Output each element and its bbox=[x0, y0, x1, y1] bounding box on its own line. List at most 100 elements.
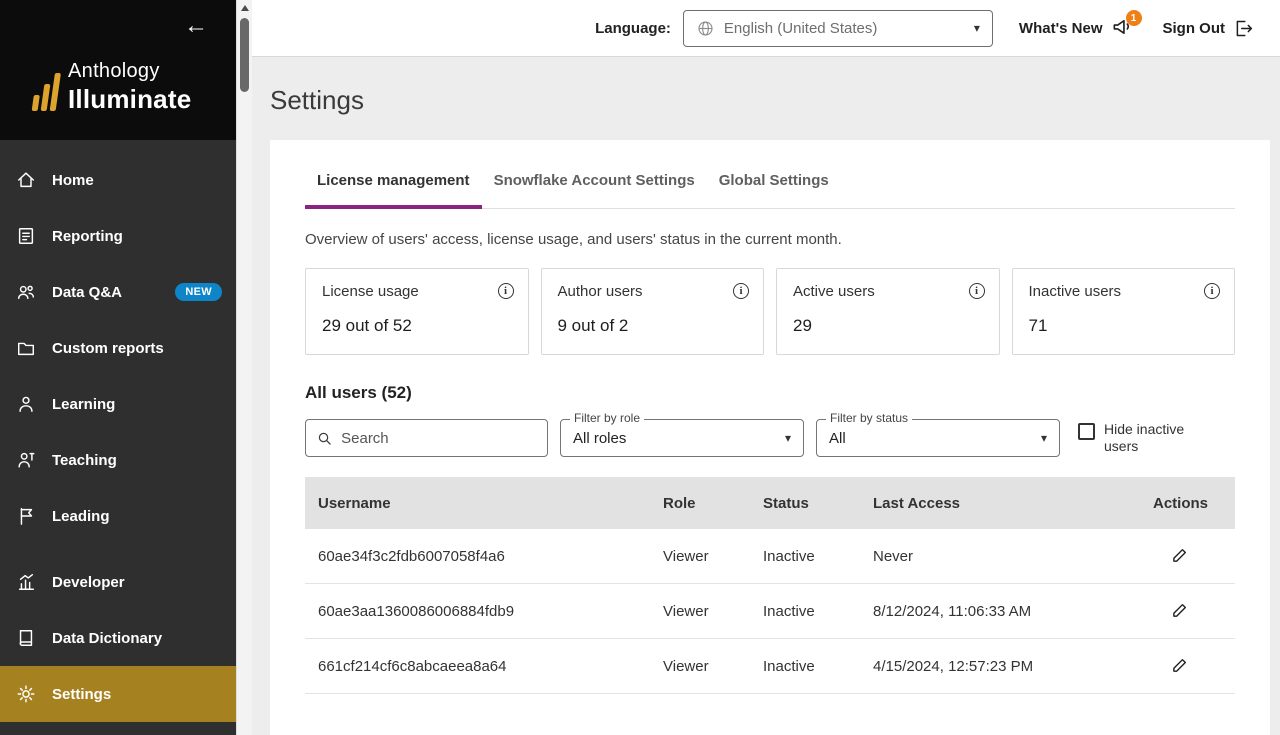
edit-user-button[interactable] bbox=[1169, 599, 1191, 624]
gear-icon bbox=[17, 685, 35, 703]
language-group: Language: English (United States) ▾ bbox=[595, 9, 993, 47]
whats-new-label: What's New bbox=[1018, 19, 1103, 37]
sidebar-item-learning[interactable]: Learning bbox=[0, 376, 236, 432]
stat-label: Active users bbox=[793, 283, 875, 300]
sidebar-nav: Home Reporting Data Q&A NEW Custom repor… bbox=[0, 140, 236, 735]
page-title: Settings bbox=[270, 85, 364, 115]
cell-last-access: 8/12/2024, 11:06:33 AM bbox=[873, 602, 1032, 620]
reporting-icon bbox=[18, 228, 34, 244]
stat-label: Inactive users bbox=[1028, 283, 1122, 300]
filter-by-role-value: All roles bbox=[573, 429, 627, 447]
sidebar-item-data-qa[interactable]: Data Q&A NEW bbox=[0, 264, 236, 320]
pencil-icon bbox=[1173, 548, 1187, 562]
info-icon[interactable]: i bbox=[733, 283, 749, 299]
stat-cards: License usage i 29 out of 52 Author user… bbox=[305, 268, 1235, 355]
filter-by-role-select[interactable]: Filter by role All roles ▾ bbox=[560, 411, 804, 457]
sidebar-item-leading[interactable]: Leading bbox=[0, 488, 236, 544]
sign-out-button[interactable]: Sign Out bbox=[1163, 18, 1255, 39]
column-header-actions: Actions bbox=[1153, 494, 1209, 512]
table-row: 60ae34f3c2fdb6007058f4a6 Viewer Inactive… bbox=[305, 529, 1235, 584]
anthology-logo-icon bbox=[31, 73, 61, 115]
hide-inactive-users-checkbox[interactable] bbox=[1078, 422, 1095, 440]
users-table: Username Role Status Last Access Actions… bbox=[305, 477, 1235, 694]
app-window: ← Anthology Illuminate Home Reporting Da… bbox=[0, 0, 1280, 735]
cell-status: Inactive bbox=[763, 657, 815, 675]
collapse-sidebar-icon[interactable]: ← bbox=[184, 14, 208, 38]
stat-value: 9 out of 2 bbox=[557, 316, 629, 335]
search-icon bbox=[318, 432, 331, 445]
filter-by-status-value: All bbox=[829, 429, 846, 447]
tab-snowflake-account-settings[interactable]: Snowflake Account Settings bbox=[482, 172, 707, 209]
page-content: Settings License management Snowflake Ac… bbox=[252, 57, 1280, 735]
sidebar: ← Anthology Illuminate Home Reporting Da… bbox=[0, 0, 236, 735]
table-header-row: Username Role Status Last Access Actions bbox=[305, 477, 1235, 529]
sign-out-icon bbox=[1236, 20, 1253, 36]
all-users-heading: All users (52) bbox=[305, 383, 412, 402]
sidebar-item-developer[interactable]: Developer bbox=[0, 554, 236, 610]
cell-status: Inactive bbox=[763, 602, 815, 620]
language-select[interactable]: English (United States) ▾ bbox=[682, 9, 993, 47]
data-qa-icon bbox=[18, 285, 34, 300]
book-icon bbox=[19, 630, 33, 646]
scrollbar-thumb[interactable] bbox=[240, 18, 249, 92]
info-icon[interactable]: i bbox=[497, 283, 514, 299]
column-header-username: Username bbox=[318, 494, 391, 512]
sidebar-item-home[interactable]: Home bbox=[0, 152, 236, 208]
tab-license-management[interactable]: License management bbox=[305, 172, 482, 209]
stat-active-users: Active users i 29 bbox=[776, 268, 1000, 355]
chevron-down-icon: ▾ bbox=[973, 21, 980, 35]
brand-line1: Anthology bbox=[68, 60, 160, 82]
search-box bbox=[305, 419, 548, 457]
cell-role: Viewer bbox=[663, 602, 709, 620]
sidebar-brand-area: ← Anthology Illuminate bbox=[0, 0, 236, 140]
cell-last-access: 4/15/2024, 12:57:23 PM bbox=[873, 657, 1034, 675]
brand-logo: Anthology Illuminate bbox=[31, 60, 191, 115]
info-icon[interactable]: i bbox=[1204, 283, 1220, 299]
search-input[interactable] bbox=[341, 429, 536, 447]
whats-new-button[interactable]: What's New 1 bbox=[1018, 10, 1142, 41]
stat-value: 29 bbox=[793, 316, 812, 335]
filter-by-status-select[interactable]: Filter by status All ▾ bbox=[816, 411, 1060, 457]
sidebar-item-label: Home bbox=[52, 171, 94, 189]
whats-new-count-badge: 1 bbox=[1125, 10, 1142, 26]
table-row: 60ae3aa1360086006884fdb9 Viewer Inactive… bbox=[305, 584, 1235, 639]
stat-label: License usage bbox=[322, 283, 419, 300]
teaching-icon bbox=[18, 452, 35, 468]
sidebar-item-reporting[interactable]: Reporting bbox=[0, 208, 236, 264]
tab-global-settings[interactable]: Global Settings bbox=[707, 172, 841, 209]
chevron-down-icon: ▾ bbox=[1040, 431, 1047, 445]
developer-icon bbox=[18, 574, 34, 590]
sidebar-item-label: Custom reports bbox=[52, 339, 164, 357]
hide-inactive-users-label: Hide inactive users bbox=[1104, 420, 1185, 455]
brand-text: Anthology Illuminate bbox=[68, 60, 191, 115]
stat-value: 71 bbox=[1028, 316, 1048, 335]
sidebar-item-label: Teaching bbox=[52, 451, 117, 469]
column-header-status: Status bbox=[763, 494, 809, 512]
leading-icon bbox=[20, 508, 33, 525]
overview-text: Overview of users' access, license usage… bbox=[305, 231, 842, 248]
column-header-last-access: Last Access bbox=[873, 494, 960, 512]
new-badge: NEW bbox=[175, 283, 222, 301]
cell-username: 661cf214cf6c8abcaeea8a64 bbox=[318, 657, 507, 675]
sidebar-item-settings[interactable]: Settings bbox=[0, 666, 236, 722]
edit-user-button[interactable] bbox=[1169, 654, 1191, 679]
sidebar-item-label: Developer bbox=[52, 573, 125, 591]
stat-license-usage: License usage i 29 out of 52 bbox=[305, 268, 529, 355]
folder-icon bbox=[18, 342, 34, 356]
hide-inactive-users-checkbox-group[interactable]: Hide inactive users bbox=[1078, 421, 1196, 456]
sidebar-item-custom-reports[interactable]: Custom reports bbox=[0, 320, 236, 376]
scrollbar-up-arrow[interactable] bbox=[240, 5, 249, 11]
cell-role: Viewer bbox=[663, 547, 709, 565]
vertical-scrollbar[interactable] bbox=[236, 0, 252, 735]
brand-line2: Illuminate bbox=[68, 84, 192, 114]
cell-username: 60ae3aa1360086006884fdb9 bbox=[318, 602, 515, 620]
sign-out-label: Sign Out bbox=[1162, 19, 1226, 37]
sidebar-item-data-dictionary[interactable]: Data Dictionary bbox=[0, 610, 236, 666]
filter-by-role-label: Filter by role bbox=[570, 411, 645, 425]
language-value: English (United States) bbox=[723, 19, 878, 37]
cell-username: 60ae34f3c2fdb6007058f4a6 bbox=[318, 547, 505, 565]
sidebar-item-label: Data Dictionary bbox=[52, 629, 163, 647]
sidebar-item-teaching[interactable]: Teaching bbox=[0, 432, 236, 488]
info-icon[interactable]: i bbox=[968, 283, 985, 299]
edit-user-button[interactable] bbox=[1169, 544, 1191, 569]
